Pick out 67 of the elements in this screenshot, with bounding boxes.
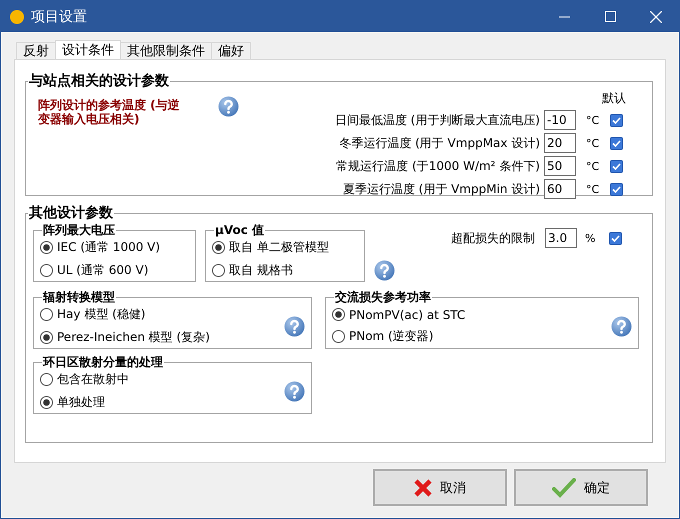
app-icon bbox=[9, 8, 25, 24]
unit-label: °C bbox=[586, 136, 600, 150]
radio-button[interactable] bbox=[40, 241, 53, 254]
radio-option[interactable]: 取自 规格书 bbox=[212, 262, 358, 279]
input-field[interactable]: 3.0 bbox=[545, 228, 577, 248]
group-title: 阵列最大电压 bbox=[42, 222, 116, 239]
help-icon[interactable] bbox=[284, 316, 305, 336]
radio-button[interactable] bbox=[40, 308, 53, 321]
unit-label: °C bbox=[586, 160, 600, 172]
radio-option[interactable]: Hay 模型 (稳健) bbox=[40, 306, 284, 323]
radio-option[interactable]: PNom (逆变器) bbox=[332, 328, 611, 344]
group-title: 交流损失参考功率 bbox=[334, 289, 432, 306]
radio-button[interactable] bbox=[212, 241, 225, 254]
column-header: 默认 bbox=[602, 90, 626, 107]
tab[interactable]: 其他限制条件 bbox=[120, 42, 212, 59]
ok-button[interactable]: 确定 bbox=[514, 469, 648, 506]
field-label: 冬季运行温度 (用于 VmppMax 设计) bbox=[339, 134, 540, 152]
checkbox[interactable] bbox=[610, 182, 623, 196]
help-icon[interactable] bbox=[374, 260, 395, 281]
input-field[interactable]: 50 bbox=[544, 156, 576, 176]
radio-button[interactable] bbox=[40, 264, 53, 277]
radio-option[interactable]: IEC (通常 1000 V) bbox=[40, 239, 189, 256]
help-icon[interactable] bbox=[218, 96, 239, 117]
tab[interactable]: 反射 bbox=[16, 42, 56, 59]
input-field[interactable]: 20 bbox=[544, 133, 576, 153]
radio-option[interactable]: 取自 单二极管模型 bbox=[212, 239, 358, 256]
radio-option[interactable]: 包含在散射中 bbox=[40, 371, 284, 388]
group-title: 环日区散射分量的处理 bbox=[42, 354, 164, 371]
radio-button[interactable] bbox=[332, 308, 345, 321]
checkbox[interactable] bbox=[610, 160, 623, 172]
minimize-icon[interactable] bbox=[558, 16, 570, 18]
checkmark-icon bbox=[552, 478, 576, 498]
radio-option[interactable]: 单独处理 bbox=[40, 394, 284, 411]
group-title: μVoc 值 bbox=[214, 222, 265, 239]
window-title: 项目设置 bbox=[31, 8, 88, 26]
tab[interactable]: 设计条件 bbox=[55, 40, 121, 59]
unit-label: °C bbox=[586, 114, 600, 126]
group-title: 其他设计参数 bbox=[28, 204, 114, 222]
radio-option[interactable]: PNomPV(ac) at STC bbox=[332, 308, 611, 322]
field-label: 超配损失的限制 bbox=[451, 230, 535, 246]
checkbox[interactable] bbox=[610, 114, 623, 126]
input-field[interactable]: -10 bbox=[544, 110, 576, 130]
unit-label: °C bbox=[586, 182, 600, 196]
help-icon[interactable] bbox=[284, 380, 305, 402]
unit-label: % bbox=[585, 232, 596, 244]
note-text: 阵列设计的参考温度 (与逆变器输入电压相关) bbox=[38, 98, 181, 128]
field-label: 常规运行温度 (于1000 W/m² 条件下) bbox=[336, 158, 540, 174]
field-label: 日间最低温度 (用于判断最大直流电压) bbox=[334, 112, 540, 128]
maximize-icon[interactable] bbox=[604, 11, 616, 22]
radio-button[interactable] bbox=[332, 330, 345, 342]
radio-button[interactable] bbox=[40, 373, 53, 386]
checkbox[interactable] bbox=[610, 136, 623, 150]
close-icon[interactable] bbox=[650, 10, 662, 22]
checkbox[interactable] bbox=[609, 232, 622, 244]
radio-button[interactable] bbox=[212, 264, 225, 277]
radio-button[interactable] bbox=[40, 396, 53, 409]
group-title: 辐射转换模型 bbox=[42, 289, 116, 306]
help-icon[interactable] bbox=[611, 316, 632, 336]
field-label: 夏季运行温度 (用于 VmppMin 设计) bbox=[342, 180, 540, 198]
cancel-button[interactable]: 取消 bbox=[373, 469, 507, 506]
radio-option[interactable]: UL (通常 600 V) bbox=[40, 262, 189, 279]
radio-button[interactable] bbox=[40, 331, 53, 344]
tab[interactable]: 偏好 bbox=[211, 42, 251, 59]
group-title: 与站点相关的设计参数 bbox=[28, 72, 170, 90]
cross-icon bbox=[414, 478, 432, 496]
input-field[interactable]: 60 bbox=[544, 179, 576, 199]
radio-option[interactable]: Perez-Ineichen 模型 (复杂) bbox=[40, 329, 284, 346]
